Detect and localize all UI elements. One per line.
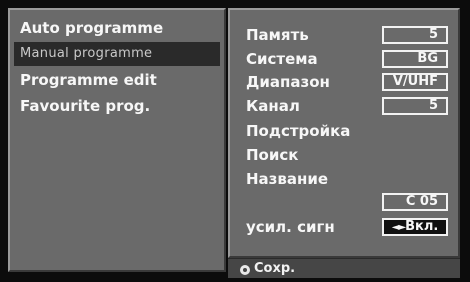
- name-label[interactable]: Название: [246, 170, 328, 188]
- system-label: Система: [246, 50, 318, 68]
- band-label: Диапазон: [246, 73, 330, 91]
- menu-item-favourite-prog[interactable]: Favourite prog.: [14, 94, 220, 118]
- name-value[interactable]: C 05: [382, 193, 448, 211]
- system-value[interactable]: BG: [382, 50, 448, 68]
- menu-item-manual-programme[interactable]: Manual programme: [14, 42, 220, 66]
- ok-button-icon: [240, 265, 250, 275]
- channel-label: Канал: [246, 97, 300, 115]
- band-value[interactable]: V/UHF: [382, 73, 448, 91]
- channel-value[interactable]: 5: [382, 97, 448, 115]
- menu-item-programme-edit[interactable]: Programme edit: [14, 68, 220, 92]
- search-label[interactable]: Поиск: [246, 146, 298, 164]
- menu-item-auto-programme[interactable]: Auto programme: [14, 16, 220, 40]
- left-right-arrows-icon: ◄►: [391, 222, 406, 233]
- booster-label: усил. сигн: [246, 218, 335, 236]
- booster-value: Вкл.: [405, 219, 439, 234]
- save-hint[interactable]: Сохр.: [254, 261, 295, 276]
- fine-tuning-label[interactable]: Подстройка: [246, 122, 350, 140]
- footer-bar: Сохр.: [228, 258, 460, 278]
- booster-toggle[interactable]: ◄►Вкл.: [382, 218, 448, 236]
- memory-label: Память: [246, 26, 309, 44]
- memory-value[interactable]: 5: [382, 26, 448, 44]
- tv-menu-screen: Auto programme Manual programme Programm…: [0, 0, 470, 282]
- programme-menu: Auto programme Manual programme Programm…: [8, 8, 226, 272]
- manual-programme-settings: Память 5 Система BG Диапазон V/UHF Канал…: [228, 8, 460, 258]
